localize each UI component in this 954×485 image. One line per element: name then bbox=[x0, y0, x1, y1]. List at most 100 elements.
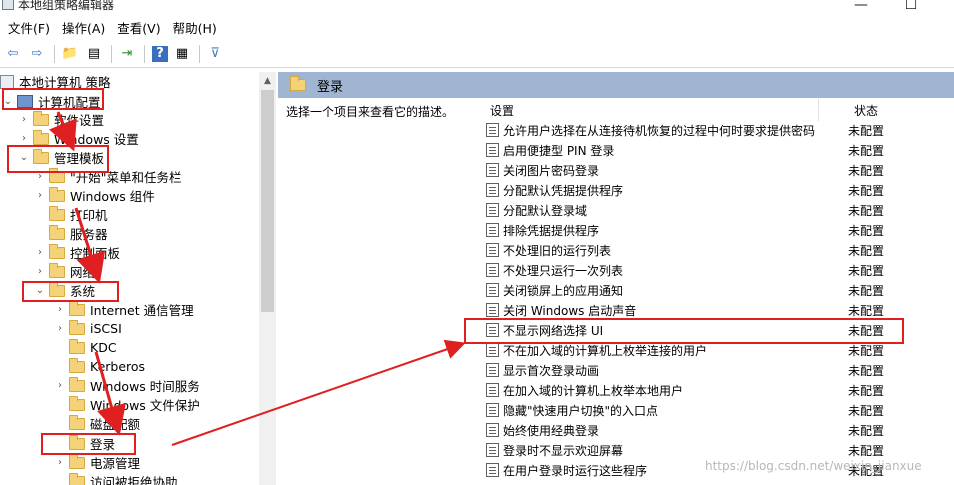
tree-item-time-service[interactable]: › Windows 时间服务 bbox=[54, 376, 200, 395]
tree-item-network[interactable]: › 网络 bbox=[34, 262, 95, 281]
policy-setting-icon bbox=[486, 303, 499, 317]
minimize-button[interactable]: — bbox=[838, 0, 884, 14]
setting-row[interactable]: 始终使用经典登录 未配置 bbox=[486, 420, 906, 440]
folder-icon bbox=[49, 243, 65, 259]
menu-file[interactable]: 文件(F) bbox=[2, 18, 56, 37]
show-hide-tree-icon[interactable]: ▤ bbox=[83, 43, 105, 65]
folder-icon bbox=[69, 319, 85, 335]
setting-name: 允许用户选择在从连接待机恢复的过程中何时要求提供密码 bbox=[503, 123, 816, 138]
tree-item-disk-quota[interactable]: 磁盘配额 bbox=[69, 414, 140, 433]
tree-item-access-denied[interactable]: 访问被拒绝协助 bbox=[69, 472, 178, 485]
column-header-setting[interactable]: 设置 bbox=[490, 99, 514, 121]
toolbar-separator bbox=[54, 44, 55, 63]
tree-item-kerberos[interactable]: Kerberos bbox=[69, 357, 145, 376]
tree-item-server[interactable]: 服务器 bbox=[49, 224, 108, 243]
chevron-right-icon[interactable]: › bbox=[18, 133, 30, 144]
setting-state: 未配置 bbox=[848, 243, 885, 258]
annotation-box bbox=[2, 88, 104, 110]
policy-setting-icon bbox=[486, 123, 499, 137]
policy-setting-icon bbox=[486, 143, 499, 157]
folder-icon bbox=[49, 186, 65, 202]
column-header-state[interactable]: 状态 bbox=[854, 99, 878, 121]
setting-row[interactable]: 在加入域的计算机上枚举本地用户 未配置 bbox=[486, 380, 906, 400]
setting-row[interactable]: 隐藏"快速用户切换"的入口点 未配置 bbox=[486, 400, 906, 420]
setting-state: 未配置 bbox=[848, 443, 885, 458]
chevron-right-icon[interactable]: › bbox=[54, 380, 66, 391]
tree-item-kdc[interactable]: KDC bbox=[69, 338, 117, 357]
folder-icon bbox=[290, 76, 306, 91]
chevron-right-icon[interactable]: › bbox=[34, 247, 46, 258]
setting-row[interactable]: 关闭锁屏上的应用通知 未配置 bbox=[486, 280, 906, 300]
chevron-right-icon[interactable]: › bbox=[54, 304, 66, 315]
setting-row[interactable]: 分配默认登录域 未配置 bbox=[486, 200, 906, 220]
folder-icon bbox=[69, 357, 85, 373]
setting-row[interactable]: 关闭 Windows 启动声音 未配置 bbox=[486, 300, 906, 320]
chevron-right-icon[interactable]: › bbox=[34, 190, 46, 201]
setting-state: 未配置 bbox=[848, 403, 885, 418]
export-list-icon[interactable]: ⇥ bbox=[116, 43, 138, 65]
toolbar-separator bbox=[111, 44, 112, 63]
setting-name: 关闭锁屏上的应用通知 bbox=[503, 283, 624, 298]
setting-state: 未配置 bbox=[848, 423, 885, 438]
setting-row[interactable]: 排除凭据提供程序 未配置 bbox=[486, 220, 906, 240]
setting-name: 不处理只运行一次列表 bbox=[503, 263, 624, 278]
forward-arrow-icon[interactable]: ⇨ bbox=[26, 43, 48, 65]
chevron-right-icon[interactable]: › bbox=[54, 323, 66, 334]
setting-state: 未配置 bbox=[848, 123, 885, 138]
menu-action[interactable]: 操作(A) bbox=[56, 18, 111, 37]
view-icon[interactable]: ▦ bbox=[171, 43, 193, 65]
tree-item-windows-components[interactable]: › Windows 组件 bbox=[34, 186, 155, 205]
setting-row[interactable]: 启用便捷型 PIN 登录 未配置 bbox=[486, 140, 906, 160]
scroll-up-icon[interactable]: ▲ bbox=[259, 72, 276, 89]
tree-item-printers[interactable]: 打印机 bbox=[49, 205, 108, 224]
setting-name: 排除凭据提供程序 bbox=[503, 223, 600, 238]
setting-name: 隐藏"快速用户切换"的入口点 bbox=[503, 403, 659, 418]
toolbar: ⇦ ⇨ 📁 ▤ ⇥ ? ▦ ⊽ bbox=[0, 40, 954, 68]
filter-icon[interactable]: ⊽ bbox=[204, 43, 226, 65]
setting-row[interactable]: 登录时不显示欢迎屏幕 未配置 bbox=[486, 440, 906, 460]
setting-row[interactable]: 允许用户选择在从连接待机恢复的过程中何时要求提供密码 未配置 bbox=[486, 120, 906, 140]
policy-setting-icon bbox=[486, 383, 499, 397]
tree-item-iscsi[interactable]: › iSCSI bbox=[54, 319, 122, 338]
setting-row[interactable]: 显示首次登录动画 未配置 bbox=[486, 360, 906, 380]
back-arrow-icon[interactable]: ⇦ bbox=[2, 43, 24, 65]
folder-icon bbox=[69, 472, 85, 485]
policy-setting-icon bbox=[486, 423, 499, 437]
help-icon[interactable]: ? bbox=[152, 45, 168, 62]
setting-row[interactable]: 不处理只运行一次列表 未配置 bbox=[486, 260, 906, 280]
setting-name: 始终使用经典登录 bbox=[503, 423, 600, 438]
tree-pane: 本地计算机 策略 ⌄ 计算机配置 › 软件设置 › Windows 设置 ⌄ 管… bbox=[0, 72, 258, 485]
setting-row[interactable]: 不处理旧的运行列表 未配置 bbox=[486, 240, 906, 260]
folder-icon bbox=[69, 376, 85, 392]
up-folder-icon[interactable]: 📁 bbox=[59, 43, 81, 65]
policy-setting-icon bbox=[486, 463, 499, 477]
folder-icon bbox=[49, 205, 65, 221]
annotation-box bbox=[7, 145, 109, 173]
chevron-right-icon[interactable]: › bbox=[54, 457, 66, 468]
tree-item-internet-comm[interactable]: › Internet 通信管理 bbox=[54, 300, 194, 319]
setting-state: 未配置 bbox=[848, 143, 885, 158]
setting-row[interactable]: 关闭图片密码登录 未配置 bbox=[486, 160, 906, 180]
details-header: 登录 bbox=[278, 72, 954, 98]
folder-icon bbox=[69, 395, 85, 411]
setting-state: 未配置 bbox=[848, 343, 885, 358]
folder-icon bbox=[69, 414, 85, 430]
tree-item-software-settings[interactable]: › 软件设置 bbox=[18, 110, 104, 129]
column-divider[interactable] bbox=[818, 99, 819, 121]
chevron-right-icon[interactable]: › bbox=[34, 266, 46, 277]
tree-scrollbar[interactable]: ▲ bbox=[259, 72, 276, 485]
menu-view[interactable]: 查看(V) bbox=[111, 18, 166, 37]
annotation-box bbox=[464, 318, 904, 344]
tree-item-control-panel[interactable]: › 控制面板 bbox=[34, 243, 120, 262]
tree-item-file-protection[interactable]: Windows 文件保护 bbox=[69, 395, 200, 414]
tree-item-power[interactable]: › 电源管理 bbox=[54, 453, 140, 472]
chevron-right-icon[interactable]: › bbox=[18, 114, 30, 125]
menu-help[interactable]: 帮助(H) bbox=[167, 18, 223, 37]
setting-row[interactable]: 分配默认凭据提供程序 未配置 bbox=[486, 180, 906, 200]
maximize-button[interactable]: ☐ bbox=[888, 0, 934, 14]
folder-icon bbox=[33, 110, 49, 126]
setting-name: 分配默认登录域 bbox=[503, 203, 588, 218]
setting-state: 未配置 bbox=[848, 183, 885, 198]
policy-setting-icon bbox=[486, 283, 499, 297]
scrollbar-thumb[interactable] bbox=[261, 90, 274, 312]
